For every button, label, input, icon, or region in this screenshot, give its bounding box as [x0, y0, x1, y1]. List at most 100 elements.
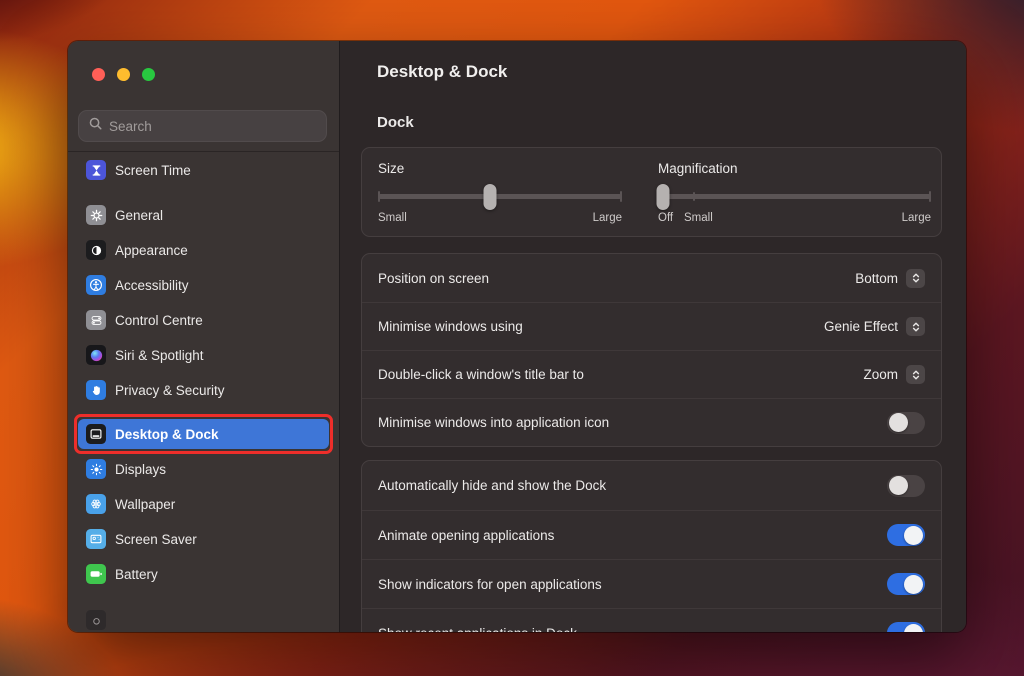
search-input[interactable]	[109, 119, 317, 134]
show-recent-apps-toggle[interactable]	[887, 622, 925, 632]
sidebar-item-label: Screen Saver	[115, 532, 197, 547]
setting-row-show-recent-apps: Show recent applications in Dock	[362, 608, 941, 632]
minimize-button[interactable]	[117, 68, 130, 81]
size-label: Size	[378, 161, 404, 176]
page-title: Desktop & Dock	[377, 62, 507, 82]
sidebar-item-label: Battery	[115, 567, 158, 582]
setting-row-double-click-title-bar: Double-click a window's title bar to Zoo…	[362, 350, 941, 398]
toggle-knob	[904, 575, 923, 594]
search-icon	[88, 116, 103, 136]
siri-orb-icon	[86, 345, 106, 365]
traffic-lights	[92, 68, 155, 81]
sidebar-item-privacy-security[interactable]: Privacy & Security	[78, 375, 329, 405]
magnification-slider[interactable]	[658, 194, 931, 199]
sidebar-item-label: Appearance	[115, 243, 188, 258]
accessibility-icon	[86, 275, 106, 295]
size-min-label: Small	[378, 212, 407, 224]
screensaver-icon	[86, 529, 106, 549]
desktop-wallpaper: Screen Time General Appearance	[0, 0, 1024, 676]
magnification-off-label: Off	[658, 212, 673, 224]
animate-opening-toggle[interactable]	[887, 524, 925, 546]
sidebar-item-appearance[interactable]: Appearance	[78, 235, 329, 265]
setting-label: Show recent applications in Dock	[378, 626, 577, 633]
dropdown-value: Bottom	[855, 271, 898, 286]
flower-icon	[86, 494, 106, 514]
slider-tick	[620, 191, 622, 202]
sidebar-item-label: Wallpaper	[115, 497, 175, 512]
size-slider-thumb[interactable]	[484, 184, 497, 210]
window-behavior-card: Position on screen Bottom Minimise windo…	[361, 253, 942, 447]
double-click-title-bar-dropdown[interactable]: Zoom	[863, 365, 925, 384]
position-on-screen-dropdown[interactable]: Bottom	[855, 269, 925, 288]
sidebar-item-siri-spotlight[interactable]: Siri & Spotlight	[78, 340, 329, 370]
slider-tick	[929, 191, 931, 202]
toggle-knob	[904, 526, 923, 545]
appearance-icon	[86, 240, 106, 260]
sidebar-header	[68, 41, 339, 152]
slider-tick	[693, 192, 695, 201]
slider-tick	[378, 191, 380, 202]
setting-label: Animate opening applications	[378, 528, 554, 543]
chevron-up-down-icon	[906, 365, 925, 384]
setting-row-animate-opening: Animate opening applications	[362, 510, 941, 559]
sidebar-item-control-centre[interactable]: Control Centre	[78, 305, 329, 335]
battery-icon	[86, 564, 106, 584]
toggle-knob	[889, 476, 908, 495]
setting-row-show-indicators: Show indicators for open applications	[362, 559, 941, 608]
magnification-slider-group: Magnification Off Small Large	[658, 148, 931, 238]
toggle-knob	[904, 624, 923, 633]
setting-label: Automatically hide and show the Dock	[378, 478, 606, 493]
search-field[interactable]	[78, 110, 327, 142]
setting-label: Double-click a window's title bar to	[378, 367, 584, 382]
sidebar-item-desktop-dock[interactable]: Desktop & Dock	[78, 419, 329, 449]
size-slider-group: Size Small Large	[378, 148, 622, 238]
magnification-slider-thumb[interactable]	[657, 184, 670, 210]
gear-icon	[86, 205, 106, 225]
auto-hide-dock-toggle[interactable]	[887, 475, 925, 497]
sidebar: Screen Time General Appearance	[68, 41, 340, 632]
setting-label: Position on screen	[378, 271, 489, 286]
sidebar-item-accessibility[interactable]: Accessibility	[78, 270, 329, 300]
sidebar-item-label: Accessibility	[115, 278, 189, 293]
show-indicators-toggle[interactable]	[887, 573, 925, 595]
hourglass-icon	[86, 160, 106, 180]
sidebar-item-label: Siri & Spotlight	[115, 348, 204, 363]
setting-row-minimise-into-app-icon: Minimise windows into application icon	[362, 398, 941, 446]
toggles-icon	[86, 310, 106, 330]
dropdown-value: Zoom	[863, 367, 898, 382]
magnification-large-label: Large	[902, 212, 931, 224]
sun-icon	[86, 459, 106, 479]
sidebar-item-general[interactable]: General	[78, 200, 329, 230]
sidebar-item-label: Screen Time	[115, 163, 191, 178]
setting-label: Minimise windows using	[378, 319, 523, 334]
dock-toggles-card: Automatically hide and show the Dock Ani…	[361, 460, 942, 632]
chevron-up-down-icon	[906, 317, 925, 336]
dropdown-value: Genie Effect	[824, 319, 898, 334]
sidebar-item-label: General	[115, 208, 163, 223]
dock-icon	[86, 424, 106, 444]
sidebar-item-partial[interactable]	[78, 605, 329, 632]
setting-label: Minimise windows into application icon	[378, 415, 609, 430]
sidebar-item-displays[interactable]: Displays	[78, 454, 329, 484]
settings-pane: Desktop & Dock Dock Size Small Large	[340, 41, 966, 632]
zoom-window-button[interactable]	[142, 68, 155, 81]
size-slider[interactable]	[378, 194, 622, 199]
sidebar-item-label: Desktop & Dock	[115, 427, 219, 442]
sidebar-item-battery[interactable]: Battery	[78, 559, 329, 589]
magnification-slider-labels: Off Small Large	[658, 208, 931, 228]
magnification-label: Magnification	[658, 161, 738, 176]
minimise-into-app-icon-toggle[interactable]	[887, 412, 925, 434]
setting-row-minimise-windows-using: Minimise windows using Genie Effect	[362, 302, 941, 350]
sidebar-item-wallpaper[interactable]: Wallpaper	[78, 489, 329, 519]
sidebar-item-label: Displays	[115, 462, 166, 477]
partial-item-icon	[86, 610, 106, 630]
sidebar-item-screen-time[interactable]: Screen Time	[78, 155, 329, 185]
sidebar-item-screen-saver[interactable]: Screen Saver	[78, 524, 329, 554]
minimise-windows-using-dropdown[interactable]: Genie Effect	[824, 317, 925, 336]
hand-icon	[86, 380, 106, 400]
dock-section-label: Dock	[377, 114, 414, 131]
close-button[interactable]	[92, 68, 105, 81]
magnification-small-label: Small	[684, 212, 713, 224]
sliders-card: Size Small Large Magnification	[361, 147, 942, 237]
system-settings-window: Screen Time General Appearance	[68, 41, 966, 632]
